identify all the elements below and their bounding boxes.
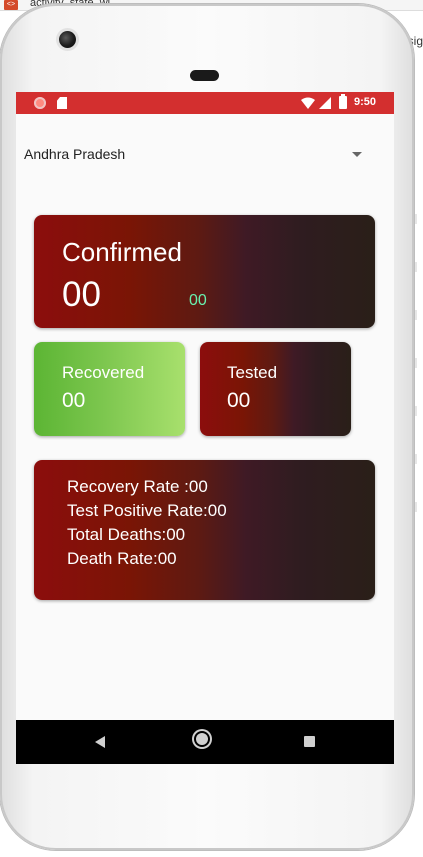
- total-deaths: Total Deaths:00: [67, 525, 186, 544]
- navigation-bar: [16, 720, 394, 764]
- state-spinner-value: Andhra Pradesh: [24, 146, 126, 162]
- earpiece-speaker: [190, 70, 219, 81]
- dropdown-arrow-icon[interactable]: [352, 152, 362, 157]
- layout-file-icon: <>: [4, 0, 18, 10]
- front-camera-icon: [59, 31, 76, 48]
- phone-frame: 9:50 Andhra Pradesh Confirmed 00 00 Reco…: [0, 4, 414, 850]
- back-icon[interactable]: [95, 736, 105, 748]
- record-icon: [34, 97, 46, 109]
- recovered-count: 00: [62, 389, 86, 412]
- confirmed-delta: 00: [189, 292, 207, 309]
- recovered-card: Recovered 00: [34, 342, 185, 436]
- tested-card: Tested 00: [200, 342, 351, 436]
- status-bar: 9:50: [16, 92, 394, 114]
- confirmed-title: Confirmed: [62, 237, 182, 267]
- death-rate: Death Rate:00: [67, 549, 177, 568]
- tested-title: Tested: [227, 363, 278, 382]
- status-time: 9:50: [354, 96, 377, 108]
- stats-card: Recovery Rate :00 Test Positive Rate:00 …: [34, 460, 375, 600]
- confirmed-card: Confirmed 00 00: [34, 215, 375, 328]
- recovered-title: Recovered: [62, 363, 145, 382]
- signal-icon: [319, 97, 331, 109]
- confirmed-count: 00: [62, 275, 101, 314]
- test-positive-rate: Test Positive Rate:00: [67, 501, 227, 520]
- recents-icon[interactable]: [304, 736, 315, 747]
- home-icon[interactable]: [196, 733, 208, 745]
- sim-icon: [57, 97, 67, 109]
- state-spinner[interactable]: Andhra Pradesh: [16, 136, 376, 172]
- phone-screen: 9:50 Andhra Pradesh Confirmed 00 00 Reco…: [16, 92, 394, 764]
- recovery-rate: Recovery Rate :00: [67, 477, 208, 496]
- tested-count: 00: [227, 389, 251, 412]
- battery-icon: [339, 94, 347, 109]
- wifi-icon: [301, 97, 315, 109]
